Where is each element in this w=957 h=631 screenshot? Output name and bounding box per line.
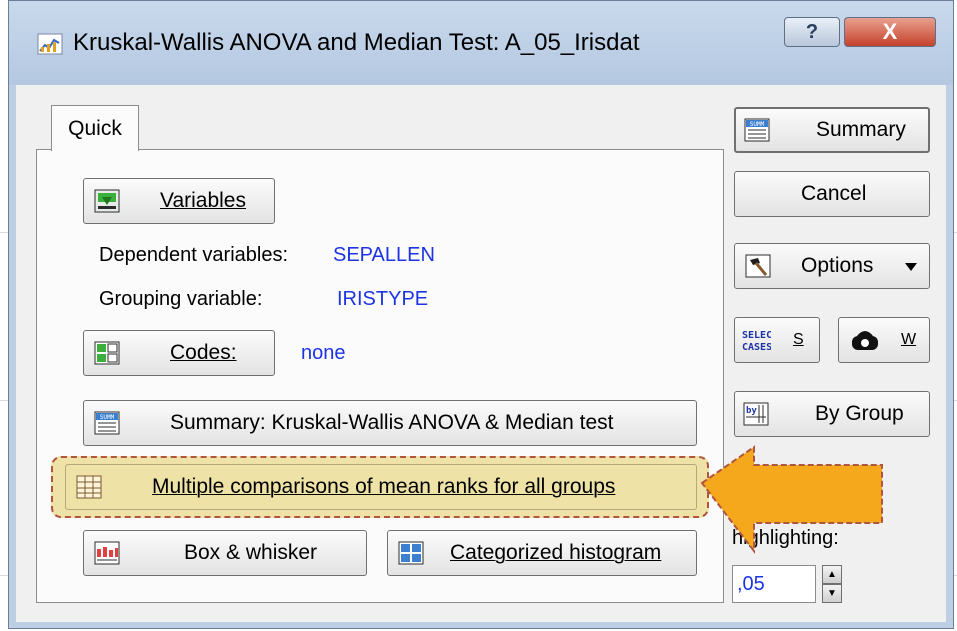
kruskal-wallis-summary-button[interactable]: SUMM Summary: Kruskal-Wallis ANOVA & Med…	[83, 400, 697, 446]
grouping-variable-label: Grouping variable:	[99, 288, 263, 310]
close-button[interactable]: X	[844, 17, 936, 47]
box-whisker-label: Box & whisker	[184, 541, 318, 564]
help-button[interactable]: ?	[784, 17, 840, 47]
summary-icon: SUMM	[744, 118, 770, 142]
grouping-variable-value: IRISTYPE	[337, 288, 429, 310]
highlighting-spinner[interactable]: ▲ ▼	[822, 565, 842, 603]
summary-button-label: Summary	[816, 118, 906, 141]
multiple-comparisons-button[interactable]: Multiple comparisons of mean ranks for a…	[65, 464, 697, 510]
annotation-arrow-icon	[700, 445, 883, 554]
multiple-comparisons-label: Multiple comparisons of mean ranks for a…	[152, 475, 616, 498]
box-whisker-icon	[94, 541, 120, 565]
codes-button[interactable]: Codes:	[83, 330, 275, 376]
chart-app-icon	[37, 33, 63, 55]
categorized-histogram-button[interactable]: Categorized histogram	[387, 530, 697, 576]
variables-button[interactable]: Variables	[83, 178, 275, 224]
by-group-button[interactable]: by By Group	[734, 391, 930, 437]
quick-tab-panel: Variables Dependent variables: SEPALLEN …	[36, 149, 724, 603]
by-group-button-label: By Group	[815, 402, 904, 425]
summary-icon-text: SUMM	[100, 414, 115, 421]
by-group-icon: by	[743, 402, 769, 426]
tab-quick[interactable]: Quick	[51, 105, 139, 151]
dependent-variables-value: SEPALLEN	[333, 244, 435, 266]
window-title: Kruskal-Wallis ANOVA and Median Test: A_…	[73, 29, 640, 56]
by-group-icon-text: by	[746, 406, 757, 416]
categorized-histogram-label: Categorized histogram	[450, 541, 662, 564]
select-cases-shortcut: S	[793, 331, 804, 348]
select-cases-button[interactable]: SELECT CASES S	[734, 317, 820, 363]
svg-text:SELECT: SELECT	[742, 330, 771, 341]
highlighting-input[interactable]: ,05	[732, 565, 816, 603]
weight-shortcut: W	[901, 331, 917, 348]
categorized-histogram-icon	[398, 541, 424, 565]
weight-icon	[852, 331, 878, 350]
kruskal-wallis-summary-label: Summary: Kruskal-Wallis ANOVA & Median t…	[170, 411, 614, 434]
summary-icon-text: SUMM	[750, 121, 765, 128]
multiple-comparisons-icon	[76, 475, 102, 499]
variables-button-label: Variables	[160, 189, 246, 212]
cancel-button[interactable]: Cancel	[734, 171, 930, 217]
title-bar[interactable]: Kruskal-Wallis ANOVA and Median Test: A_…	[9, 1, 953, 85]
dependent-variables-label: Dependent variables:	[99, 244, 289, 266]
weight-button[interactable]: W	[838, 317, 930, 363]
svg-text:CASES: CASES	[742, 342, 771, 353]
summary-button[interactable]: SUMM Summary	[734, 107, 930, 153]
cancel-button-label: Cancel	[801, 182, 867, 205]
spin-up-icon[interactable]: ▲	[822, 565, 842, 584]
select-cases-icon: SELECT CASES	[742, 330, 771, 353]
options-button[interactable]: Options	[734, 243, 930, 289]
codes-button-label: Codes:	[170, 341, 237, 364]
variables-icon	[94, 189, 120, 213]
summary-icon: SUMM	[94, 411, 120, 435]
box-whisker-button[interactable]: Box & whisker	[83, 530, 367, 576]
hammer-icon	[745, 254, 771, 278]
options-button-label: Options	[801, 254, 874, 277]
spin-down-icon[interactable]: ▼	[822, 584, 842, 603]
codes-value: none	[301, 342, 346, 364]
codes-icon	[94, 341, 120, 365]
dropdown-arrow-icon	[905, 263, 917, 271]
